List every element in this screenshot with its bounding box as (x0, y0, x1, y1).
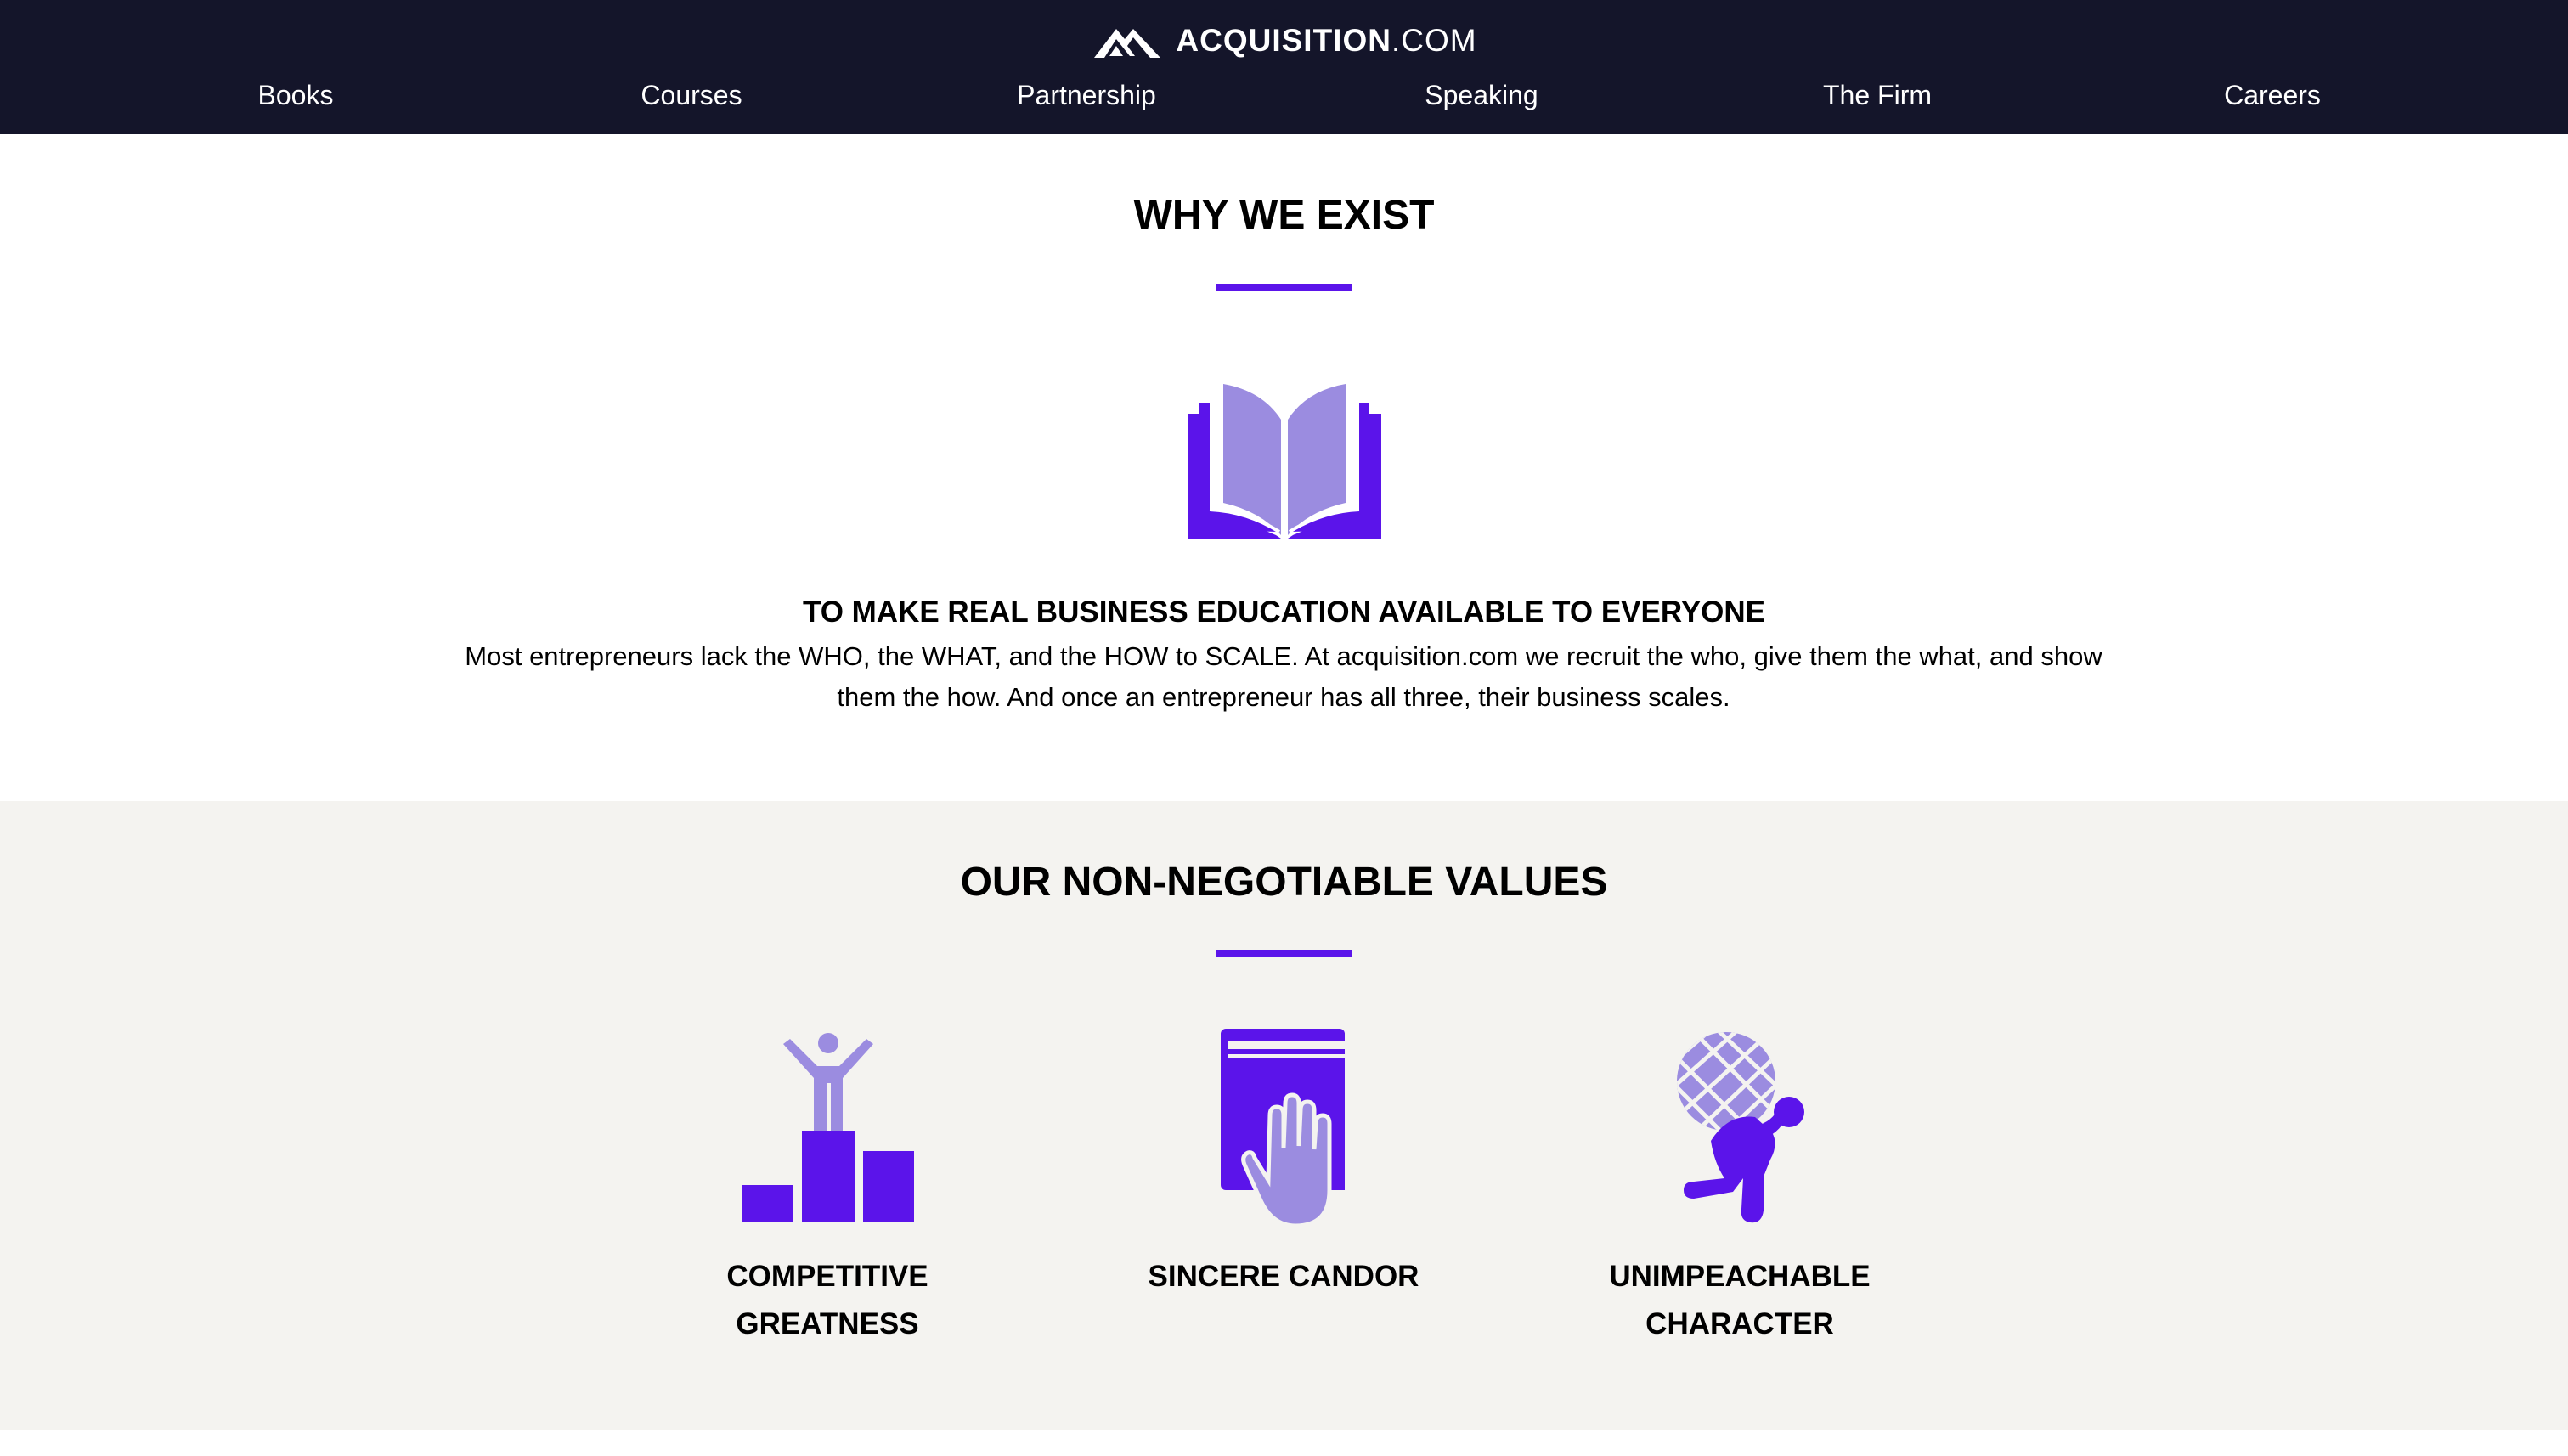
podium-winner-icon (742, 1030, 914, 1227)
main-nav: Books Courses Partnership Speaking The F… (0, 75, 2568, 116)
logo-light-text: .COM (1391, 23, 1477, 58)
open-book-icon (1188, 384, 1381, 543)
values-divider (1216, 950, 1352, 957)
logo-bold-text: ACQUISITION (1176, 23, 1391, 58)
nav-the-firm[interactable]: The Firm (1707, 75, 2047, 116)
value-unimpeachable-character: UNIMPEACHABLE CHARACTER (1561, 1253, 1918, 1348)
value-1-line2: GREATNESS (736, 1307, 919, 1340)
nav-careers[interactable]: Careers (2102, 75, 2442, 116)
nav-courses[interactable]: Courses (522, 75, 861, 116)
mission-title: TO MAKE REAL BUSINESS EDUCATION AVAILABL… (802, 595, 1766, 629)
value-2-line1: SINCERE CANDOR (1148, 1260, 1419, 1293)
logo-wordmark: ACQUISITION.COM (1176, 20, 1476, 61)
hand-on-book-icon (1221, 1029, 1348, 1230)
value-3-line2: CHARACTER (1645, 1307, 1834, 1340)
why-we-exist-section: WHY WE EXIST TO MAKE REAL BUSINESS EDUCA… (0, 134, 2568, 801)
values-section: OUR NON-NEGOTIABLE VALUES COMPETITIVE GR… (0, 801, 2568, 1430)
atlas-globe-icon (1677, 1032, 1806, 1232)
nav-partnership[interactable]: Partnership (917, 75, 1256, 116)
value-sincere-candor: SINCERE CANDOR (1105, 1253, 1462, 1301)
site-logo[interactable]: ACQUISITION.COM (0, 20, 2568, 61)
value-competitive-greatness: COMPETITIVE GREATNESS (649, 1253, 1006, 1348)
nav-speaking[interactable]: Speaking (1312, 75, 1651, 116)
top-navigation-bar: ACQUISITION.COM Books Courses Partnershi… (0, 0, 2568, 134)
value-3-line1: UNIMPEACHABLE (1609, 1260, 1871, 1293)
values-heading: OUR NON-NEGOTIABLE VALUES (960, 860, 1608, 905)
mission-body: Most entrepreneurs lack the WHO, the WHA… (465, 641, 2102, 712)
mountain-logo-icon (1094, 29, 1161, 58)
value-1-line1: COMPETITIVE (726, 1260, 928, 1293)
nav-books[interactable]: Books (126, 75, 466, 116)
why-heading: WHY WE EXIST (1133, 193, 1435, 238)
why-divider (1216, 284, 1352, 291)
